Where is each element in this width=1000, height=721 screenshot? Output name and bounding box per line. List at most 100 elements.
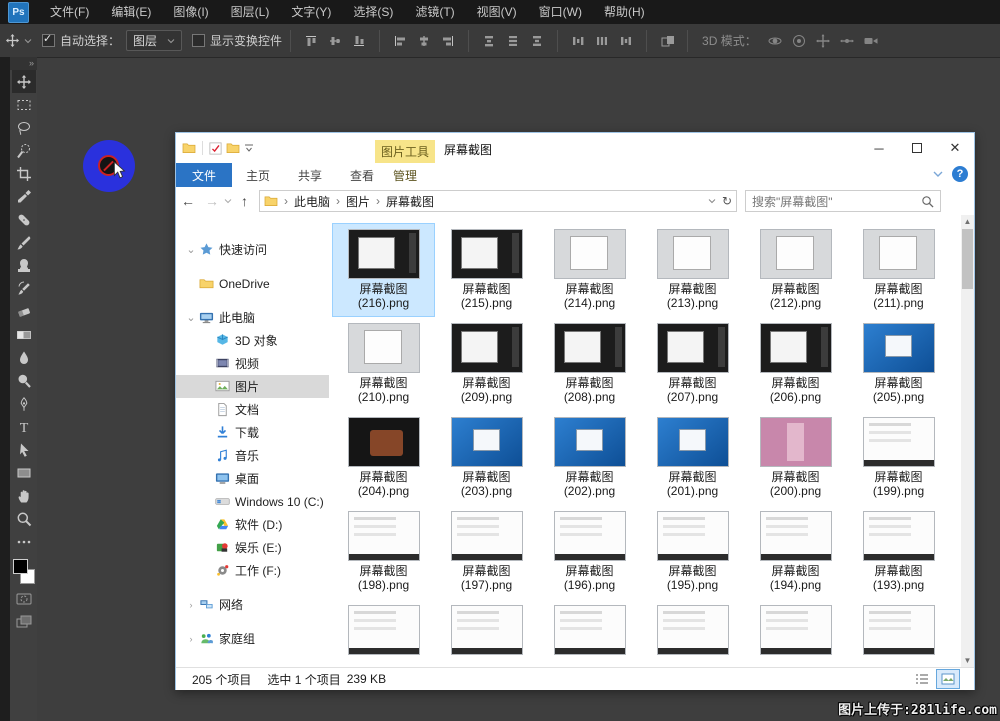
nav-item-视频[interactable]: 视频 [176,352,329,375]
breadcrumb-item-screenshots[interactable]: 屏幕截图 [386,193,434,210]
file-item[interactable]: 屏幕截图(214).png [538,223,641,317]
tool-pen-icon[interactable] [12,392,36,415]
tool-gradient-icon[interactable] [12,323,36,346]
expand-chevron-icon[interactable]: › [186,600,196,610]
3d-zoom-icon[interactable] [861,31,881,51]
vertical-scrollbar[interactable]: ▲ ▼ [961,215,974,667]
nav-item-娱乐 (E:)[interactable]: 娱乐 (E:) [176,536,329,559]
dist-center-icon[interactable] [592,31,612,51]
auto-select-target-dropdown[interactable]: 图层 [126,30,182,51]
tool-quickselect-icon[interactable] [12,139,36,162]
move-tool-preset-icon[interactable] [2,31,22,51]
close-button[interactable]: ✕ [936,133,974,163]
file-item[interactable] [744,599,847,667]
explorer-titlebar[interactable]: ─ ✕ [176,133,974,163]
3d-pan-icon[interactable] [813,31,833,51]
quick-mask-button[interactable] [12,587,36,610]
nav-item-Windows 10 (C:)[interactable]: Windows 10 (C:) [176,490,329,513]
3d-slide-icon[interactable] [837,31,857,51]
menu-item[interactable]: 图层(L) [220,0,281,24]
show-transform-checkbox[interactable] [192,34,205,47]
file-item[interactable]: 屏幕截图(202).png [538,411,641,505]
align-center-icon[interactable] [414,31,434,51]
forward-button[interactable]: → [205,193,219,209]
file-item[interactable]: 屏幕截图(207).png [641,317,744,411]
align-right-icon[interactable] [438,31,458,51]
file-item[interactable]: 屏幕截图(197).png [435,505,538,599]
picture-tools-contextual-tab[interactable]: 图片工具 [375,140,435,163]
tool-stamp-icon[interactable] [12,254,36,277]
tool-history-icon[interactable] [12,277,36,300]
file-item[interactable]: 屏幕截图(194).png [744,505,847,599]
tool-lasso-icon[interactable] [12,116,36,139]
file-item[interactable]: 屏幕截图(215).png [435,223,538,317]
file-item[interactable]: 屏幕截图(196).png [538,505,641,599]
nav-item-音乐[interactable]: 音乐 [176,444,329,467]
auto-select-checkbox[interactable] [42,34,55,47]
address-dropdown-chevron-icon[interactable] [708,197,716,205]
qat-customize-chevron-icon[interactable] [244,144,254,152]
file-item[interactable]: 屏幕截图(198).png [332,505,435,599]
menu-item[interactable]: 滤镜(T) [404,0,465,24]
breadcrumb-item-this-pc[interactable]: 此电脑 [294,193,330,210]
nav-item-桌面[interactable]: 桌面 [176,467,329,490]
preset-chevron-icon[interactable] [24,37,32,45]
ribbon-expand-chevron-icon[interactable] [932,169,944,179]
nav-item-网络[interactable]: ›网络 [176,593,329,616]
minimize-button[interactable]: ─ [860,133,898,163]
dist-right-icon[interactable] [616,31,636,51]
refresh-icon[interactable]: ↻ [722,194,732,208]
search-input[interactable]: 搜索"屏幕截图" [745,190,941,212]
expand-chevron-icon[interactable]: ⌄ [186,311,196,324]
tab-home[interactable]: 主页 [232,163,284,187]
file-item[interactable]: 屏幕截图(195).png [641,505,744,599]
dist-left-icon[interactable] [568,31,588,51]
3d-rotate-icon[interactable] [765,31,785,51]
scroll-down-arrow[interactable]: ▼ [961,654,974,667]
file-item[interactable]: 屏幕截图(211).png [847,223,950,317]
back-button[interactable]: ← [181,193,195,209]
file-item[interactable] [538,599,641,667]
thumbnail-view-button[interactable] [936,669,960,689]
menu-item[interactable]: 图像(I) [162,0,219,24]
file-item[interactable]: 屏幕截图(206).png [744,317,847,411]
scrollbar-thumb[interactable] [962,229,973,289]
tool-dodge-icon[interactable] [12,369,36,392]
tool-pathselect-icon[interactable] [12,438,36,461]
new-folder-icon[interactable] [226,142,240,154]
file-item[interactable]: 屏幕截图(205).png [847,317,950,411]
nav-item-OneDrive[interactable]: OneDrive [176,272,329,295]
menu-item[interactable]: 选择(S) [342,0,404,24]
tool-move-icon[interactable] [12,70,36,93]
tab-file[interactable]: 文件 [176,163,232,187]
toolbar-collapse-icon[interactable]: » [10,57,37,70]
align-left-icon[interactable] [390,31,410,51]
tool-blur-icon[interactable] [12,346,36,369]
tool-type-icon[interactable]: T [12,415,36,438]
breadcrumb-item-pictures[interactable]: 图片 [346,193,370,210]
tool-crop-icon[interactable] [12,162,36,185]
nav-item-3D 对象[interactable]: 3D 对象 [176,329,329,352]
menu-item[interactable]: 文件(F) [39,0,100,24]
align-bottom-icon[interactable] [349,31,369,51]
up-button[interactable]: ↑ [241,193,248,209]
breadcrumb[interactable]: › 此电脑 › 图片 › 屏幕截图 ↻ [259,190,737,212]
file-item[interactable]: 屏幕截图(213).png [641,223,744,317]
tool-eyedropper-icon[interactable] [12,185,36,208]
nav-item-文档[interactable]: 文档 [176,398,329,421]
expand-chevron-icon[interactable]: ⌄ [186,243,196,256]
tool-brush-icon[interactable] [12,231,36,254]
menu-item[interactable]: 文字(Y) [280,0,342,24]
file-item[interactable]: 屏幕截图(193).png [847,505,950,599]
nav-item-工作 (F:)[interactable]: 工作 (F:) [176,559,329,582]
file-item[interactable]: 屏幕截图(216).png [332,223,435,317]
maximize-button[interactable] [898,133,936,163]
file-item[interactable]: 屏幕截图(210).png [332,317,435,411]
search-icon[interactable] [921,195,934,208]
nav-item-软件 (D:)[interactable]: 软件 (D:) [176,513,329,536]
history-chevron-icon[interactable] [224,197,232,205]
file-item[interactable]: 屏幕截图(203).png [435,411,538,505]
tool-healing-icon[interactable] [12,208,36,231]
foreground-background-swatches[interactable] [12,557,36,587]
tab-manage[interactable]: 管理 [375,163,435,187]
